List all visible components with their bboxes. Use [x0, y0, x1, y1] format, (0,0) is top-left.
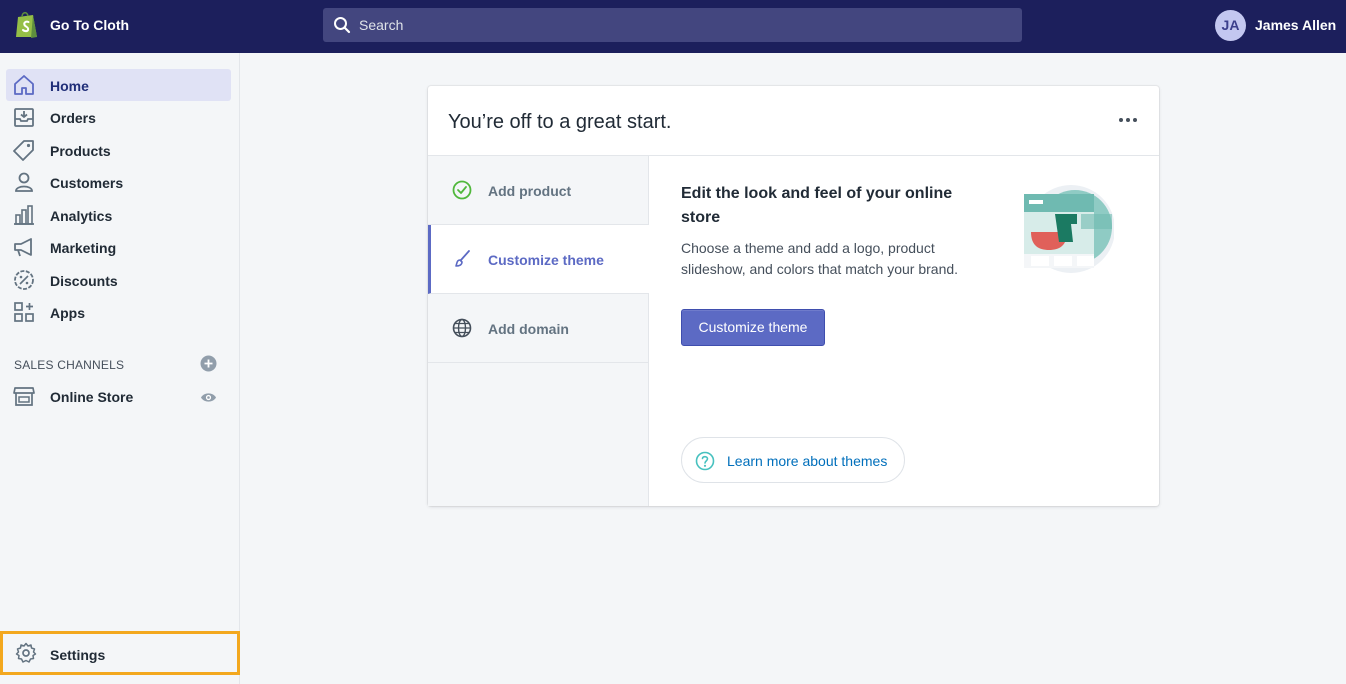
sidebar-item-label: Apps: [50, 305, 85, 321]
sidebar-item-settings[interactable]: Settings: [0, 631, 240, 675]
tab-label: Add product: [488, 183, 572, 199]
apps-grid-icon: [14, 302, 34, 322]
customize-theme-button[interactable]: Customize theme: [681, 309, 825, 346]
content-description: Choose a theme and add a logo, product s…: [681, 240, 959, 277]
content-heading: Edit the look and feel of your online st…: [681, 185, 953, 226]
tab-label: Add domain: [488, 321, 569, 337]
sidebar-item-marketing[interactable]: Marketing: [6, 231, 231, 263]
sidebar-item-label: Marketing: [50, 240, 117, 256]
sidebar-item-customers[interactable]: Customers: [6, 166, 231, 198]
search-input[interactable]: Search: [359, 17, 403, 33]
tab-label: Customize theme: [488, 252, 604, 268]
sidebar-item-orders[interactable]: Orders: [6, 101, 231, 133]
globe-icon: [452, 318, 472, 338]
gear-icon: [15, 642, 37, 663]
sidebar-item-label: Customers: [50, 175, 124, 191]
megaphone-icon: [14, 238, 32, 257]
user-name[interactable]: James Allen: [1255, 17, 1336, 33]
sidebar-item-label: Home: [50, 78, 89, 94]
add-circle-icon[interactable]: [200, 355, 217, 372]
setup-guide-card: You’re off to a great start. Add product…: [428, 86, 1159, 506]
sidebar-item-products[interactable]: Products: [6, 134, 231, 166]
eye-icon[interactable]: [200, 389, 217, 406]
search-icon: [334, 17, 351, 34]
sidebar-item-apps[interactable]: Apps: [6, 296, 231, 328]
check-circle-icon: [452, 180, 472, 200]
sales-channels-heading: SALES CHANNELS: [14, 358, 125, 372]
store-name[interactable]: Go To Cloth: [50, 17, 129, 33]
orders-icon: [14, 108, 34, 127]
tab-content: Edit the look and feel of your online st…: [649, 155, 1159, 506]
shopify-bag-icon[interactable]: [14, 11, 39, 39]
tab-customize-theme[interactable]: Customize theme: [428, 225, 649, 294]
tab-add-product[interactable]: Add product: [428, 156, 649, 225]
home-icon: [14, 75, 34, 95]
tab-add-domain[interactable]: Add domain: [428, 294, 649, 363]
sidebar-item-discounts[interactable]: Discounts: [6, 264, 231, 296]
person-icon: [15, 172, 33, 192]
bar-chart-icon: [14, 205, 34, 225]
sidebar-item-analytics[interactable]: Analytics: [6, 199, 231, 231]
sidebar-item-label: Analytics: [50, 208, 113, 224]
sidebar-item-online-store[interactable]: Online Store: [6, 380, 231, 412]
avatar[interactable]: JA: [1215, 10, 1246, 41]
discount-icon: [14, 270, 34, 290]
sidebar-item-label: Discounts: [50, 273, 118, 289]
tag-icon: [13, 140, 34, 161]
sidebar: Home Orders Products Customers Analytics: [0, 53, 240, 684]
sidebar-item-label: Online Store: [50, 389, 134, 405]
learn-more-link[interactable]: Learn more about themes: [681, 437, 905, 483]
help-circle-icon: [695, 451, 715, 471]
sidebar-item-label: Products: [50, 143, 111, 159]
sidebar-item-home[interactable]: Home: [6, 69, 231, 101]
settings-label: Settings: [50, 647, 106, 663]
top-bar: Go To Cloth Search JA James Allen: [0, 0, 1346, 53]
storefront-icon: [13, 387, 35, 406]
card-title: You’re off to a great start.: [448, 111, 672, 133]
paintbrush-icon: [455, 250, 470, 267]
setup-tabs: Add product Customize theme Add domain: [428, 155, 649, 506]
theme-illustration-icon: [1024, 185, 1114, 273]
sidebar-item-label: Orders: [50, 110, 96, 126]
search-bar[interactable]: Search: [323, 8, 1022, 42]
more-horizontal-icon[interactable]: [1118, 116, 1138, 124]
learn-more-label: Learn more about themes: [727, 453, 888, 469]
